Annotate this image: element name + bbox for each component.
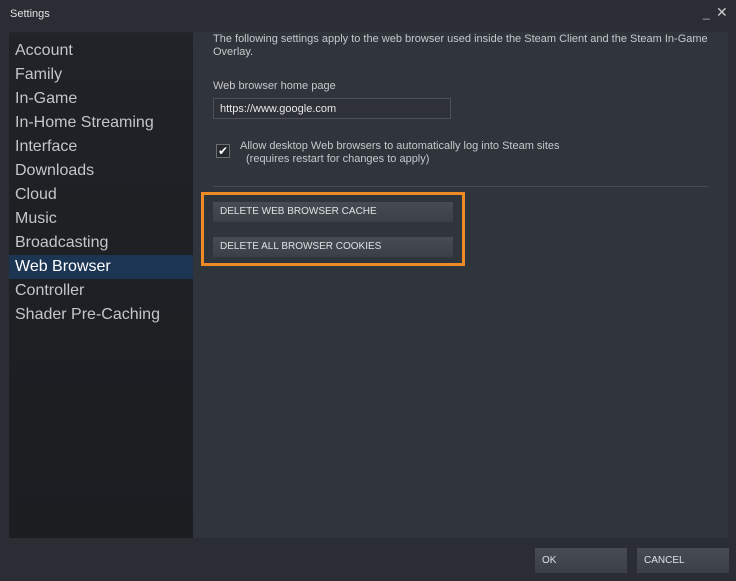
close-icon[interactable]: ✕ <box>716 5 728 19</box>
window-title: Settings <box>10 8 50 20</box>
sidebar-item-family[interactable]: Family <box>9 63 193 87</box>
section-divider <box>213 186 708 187</box>
sidebar-item-in-home-streaming[interactable]: In-Home Streaming <box>9 111 193 135</box>
sidebar-item-cloud[interactable]: Cloud <box>9 183 193 207</box>
sidebar-item-web-browser[interactable]: Web Browser <box>9 255 193 279</box>
auto-login-label[interactable]: Allow desktop Web browsers to automatica… <box>240 140 560 152</box>
sidebar-item-downloads[interactable]: Downloads <box>9 159 193 183</box>
auto-login-checkbox[interactable]: ✔ <box>216 144 230 158</box>
auto-login-sublabel: (requires restart for changes to apply) <box>246 153 430 165</box>
ok-button[interactable]: OK <box>535 548 627 573</box>
sidebar-item-in-game[interactable]: In-Game <box>9 87 193 111</box>
home-page-label: Web browser home page <box>213 80 336 92</box>
sidebar-item-broadcasting[interactable]: Broadcasting <box>9 231 193 255</box>
web-browser-settings-panel: The following settings apply to the web … <box>193 32 728 538</box>
home-page-input[interactable] <box>213 98 451 119</box>
checkmark-icon: ✔ <box>217 144 229 158</box>
sidebar-item-controller[interactable]: Controller <box>9 279 193 303</box>
sidebar-item-interface[interactable]: Interface <box>9 135 193 159</box>
cancel-button[interactable]: CANCEL <box>637 548 729 573</box>
sidebar-item-shader-pre-caching[interactable]: Shader Pre-Caching <box>9 303 193 327</box>
panel-description: The following settings apply to the web … <box>213 33 708 58</box>
sidebar-item-account[interactable]: Account <box>9 39 193 63</box>
title-bar: Settings _ ✕ <box>0 0 736 30</box>
sidebar-item-music[interactable]: Music <box>9 207 193 231</box>
delete-browser-cache-button[interactable]: DELETE WEB BROWSER CACHE <box>213 202 453 222</box>
delete-browser-cookies-button[interactable]: DELETE ALL BROWSER COOKIES <box>213 237 453 257</box>
minimize-icon[interactable]: _ <box>703 6 710 20</box>
settings-sidebar: Account Family In-Game In-Home Streaming… <box>9 32 193 538</box>
